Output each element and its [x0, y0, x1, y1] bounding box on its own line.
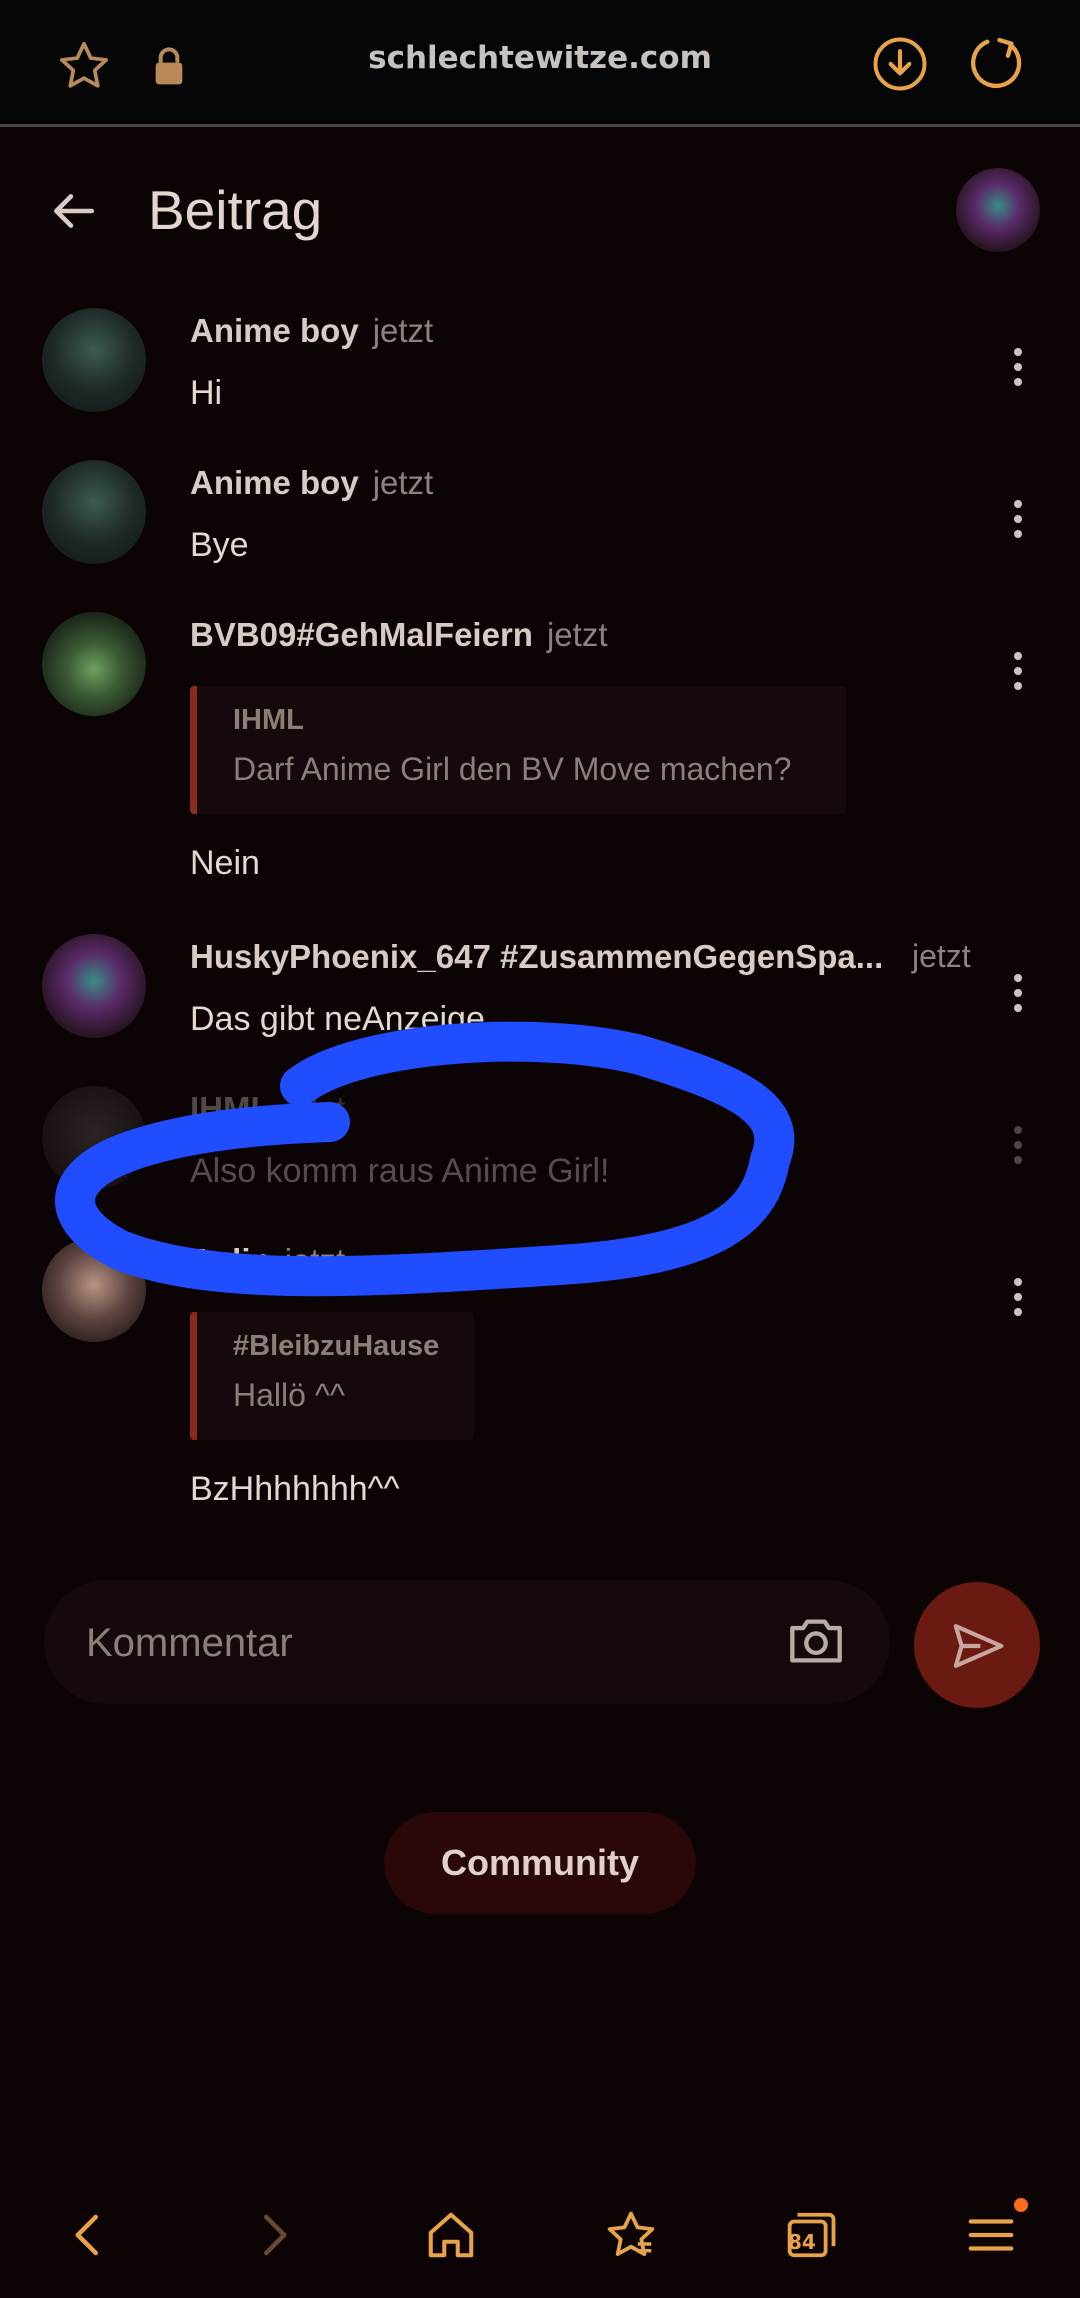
- more-options-icon[interactable]: [1008, 348, 1028, 392]
- notification-dot: [1014, 2198, 1028, 2212]
- more-options-icon[interactable]: [1008, 652, 1028, 696]
- comment-text: Nein: [190, 844, 260, 882]
- avatar[interactable]: [42, 1238, 146, 1342]
- tab-count: 84: [788, 2230, 816, 2254]
- camera-icon[interactable]: [788, 1616, 844, 1666]
- comment-author-name[interactable]: BVB09#GehMalFeiern: [190, 616, 533, 653]
- avatar[interactable]: [42, 460, 146, 564]
- browser-toolbar: schlechtewitze.com: [0, 0, 1080, 127]
- comment-author[interactable]: Anime boy jetzt: [190, 464, 433, 502]
- comment-time: jetzt: [372, 312, 434, 349]
- quote-author: IHML: [233, 704, 304, 736]
- quote-text: Hallö ^^: [233, 1377, 345, 1413]
- comment-text: BzHhhhhhh^^: [190, 1470, 400, 1508]
- comment-author-name[interactable]: Anime boy: [190, 312, 359, 349]
- page-title: Beitrag: [148, 179, 323, 241]
- back-arrow-icon[interactable]: [48, 186, 98, 236]
- comment-time: jetzt: [546, 616, 608, 653]
- bookmarks-icon[interactable]: [604, 2208, 658, 2262]
- avatar[interactable]: [42, 1086, 146, 1190]
- back-icon[interactable]: [62, 2208, 116, 2262]
- comment-author[interactable]: Anime boy jetzt: [190, 312, 433, 350]
- comment-text: Das gibt neAnzeige: [190, 1000, 485, 1038]
- comment-author[interactable]: BVB09#GehMalFeiern jetzt: [190, 616, 608, 654]
- comment-text: Hi: [190, 374, 223, 412]
- comment-input[interactable]: [84, 1610, 728, 1676]
- quoted-comment[interactable]: #BleibzuHause Hallö ^^: [190, 1312, 474, 1440]
- comment-author-name[interactable]: HuskyPhoenix_647 #ZusammenGegenSpa...: [190, 938, 883, 975]
- send-button[interactable]: [914, 1582, 1040, 1708]
- more-options-icon[interactable]: [1008, 974, 1028, 1018]
- comment-text: Bye: [190, 526, 249, 564]
- comment-time: jetzt: [912, 938, 971, 974]
- quote-text: Darf Anime Girl den BV Move machen?: [233, 751, 792, 787]
- menu-icon[interactable]: [964, 2208, 1018, 2262]
- comment-author[interactable]: IHML jetzt: [190, 1090, 345, 1128]
- comment-time: jetzt: [284, 1242, 346, 1279]
- browser-bottom-nav: 84: [0, 2190, 1080, 2280]
- comment-time: jetzt: [284, 1090, 346, 1127]
- page-header: Beitrag: [0, 150, 1080, 270]
- user-avatar[interactable]: [956, 168, 1040, 252]
- comment-time: jetzt: [372, 464, 434, 501]
- comment-author-name[interactable]: IHML: [190, 1090, 271, 1127]
- send-icon: [953, 1624, 1004, 1668]
- comment-author[interactable]: HuskyPhoenix_647 #ZusammenGegenSpa...: [190, 938, 883, 976]
- reload-icon[interactable]: [968, 34, 1026, 92]
- comment-author-name[interactable]: Aelin: [190, 1242, 271, 1279]
- avatar[interactable]: [42, 934, 146, 1038]
- more-options-icon[interactable]: [1008, 500, 1028, 544]
- quote-author: #BleibzuHause: [233, 1330, 440, 1362]
- comment-author-name[interactable]: Anime boy: [190, 464, 359, 501]
- download-icon[interactable]: [872, 36, 928, 92]
- avatar[interactable]: [42, 612, 146, 716]
- comment-text: Also komm raus Anime Girl!: [190, 1152, 610, 1190]
- community-button[interactable]: Community: [384, 1812, 696, 1914]
- comment-composer: [44, 1580, 890, 1704]
- comment-author[interactable]: Aelin jetzt: [190, 1242, 345, 1280]
- quoted-comment[interactable]: IHML Darf Anime Girl den BV Move machen?: [190, 686, 846, 814]
- home-icon[interactable]: [424, 2208, 478, 2262]
- more-options-icon[interactable]: [1008, 1278, 1028, 1322]
- more-options-icon[interactable]: [1008, 1126, 1028, 1170]
- forward-icon[interactable]: [246, 2208, 300, 2262]
- avatar[interactable]: [42, 308, 146, 412]
